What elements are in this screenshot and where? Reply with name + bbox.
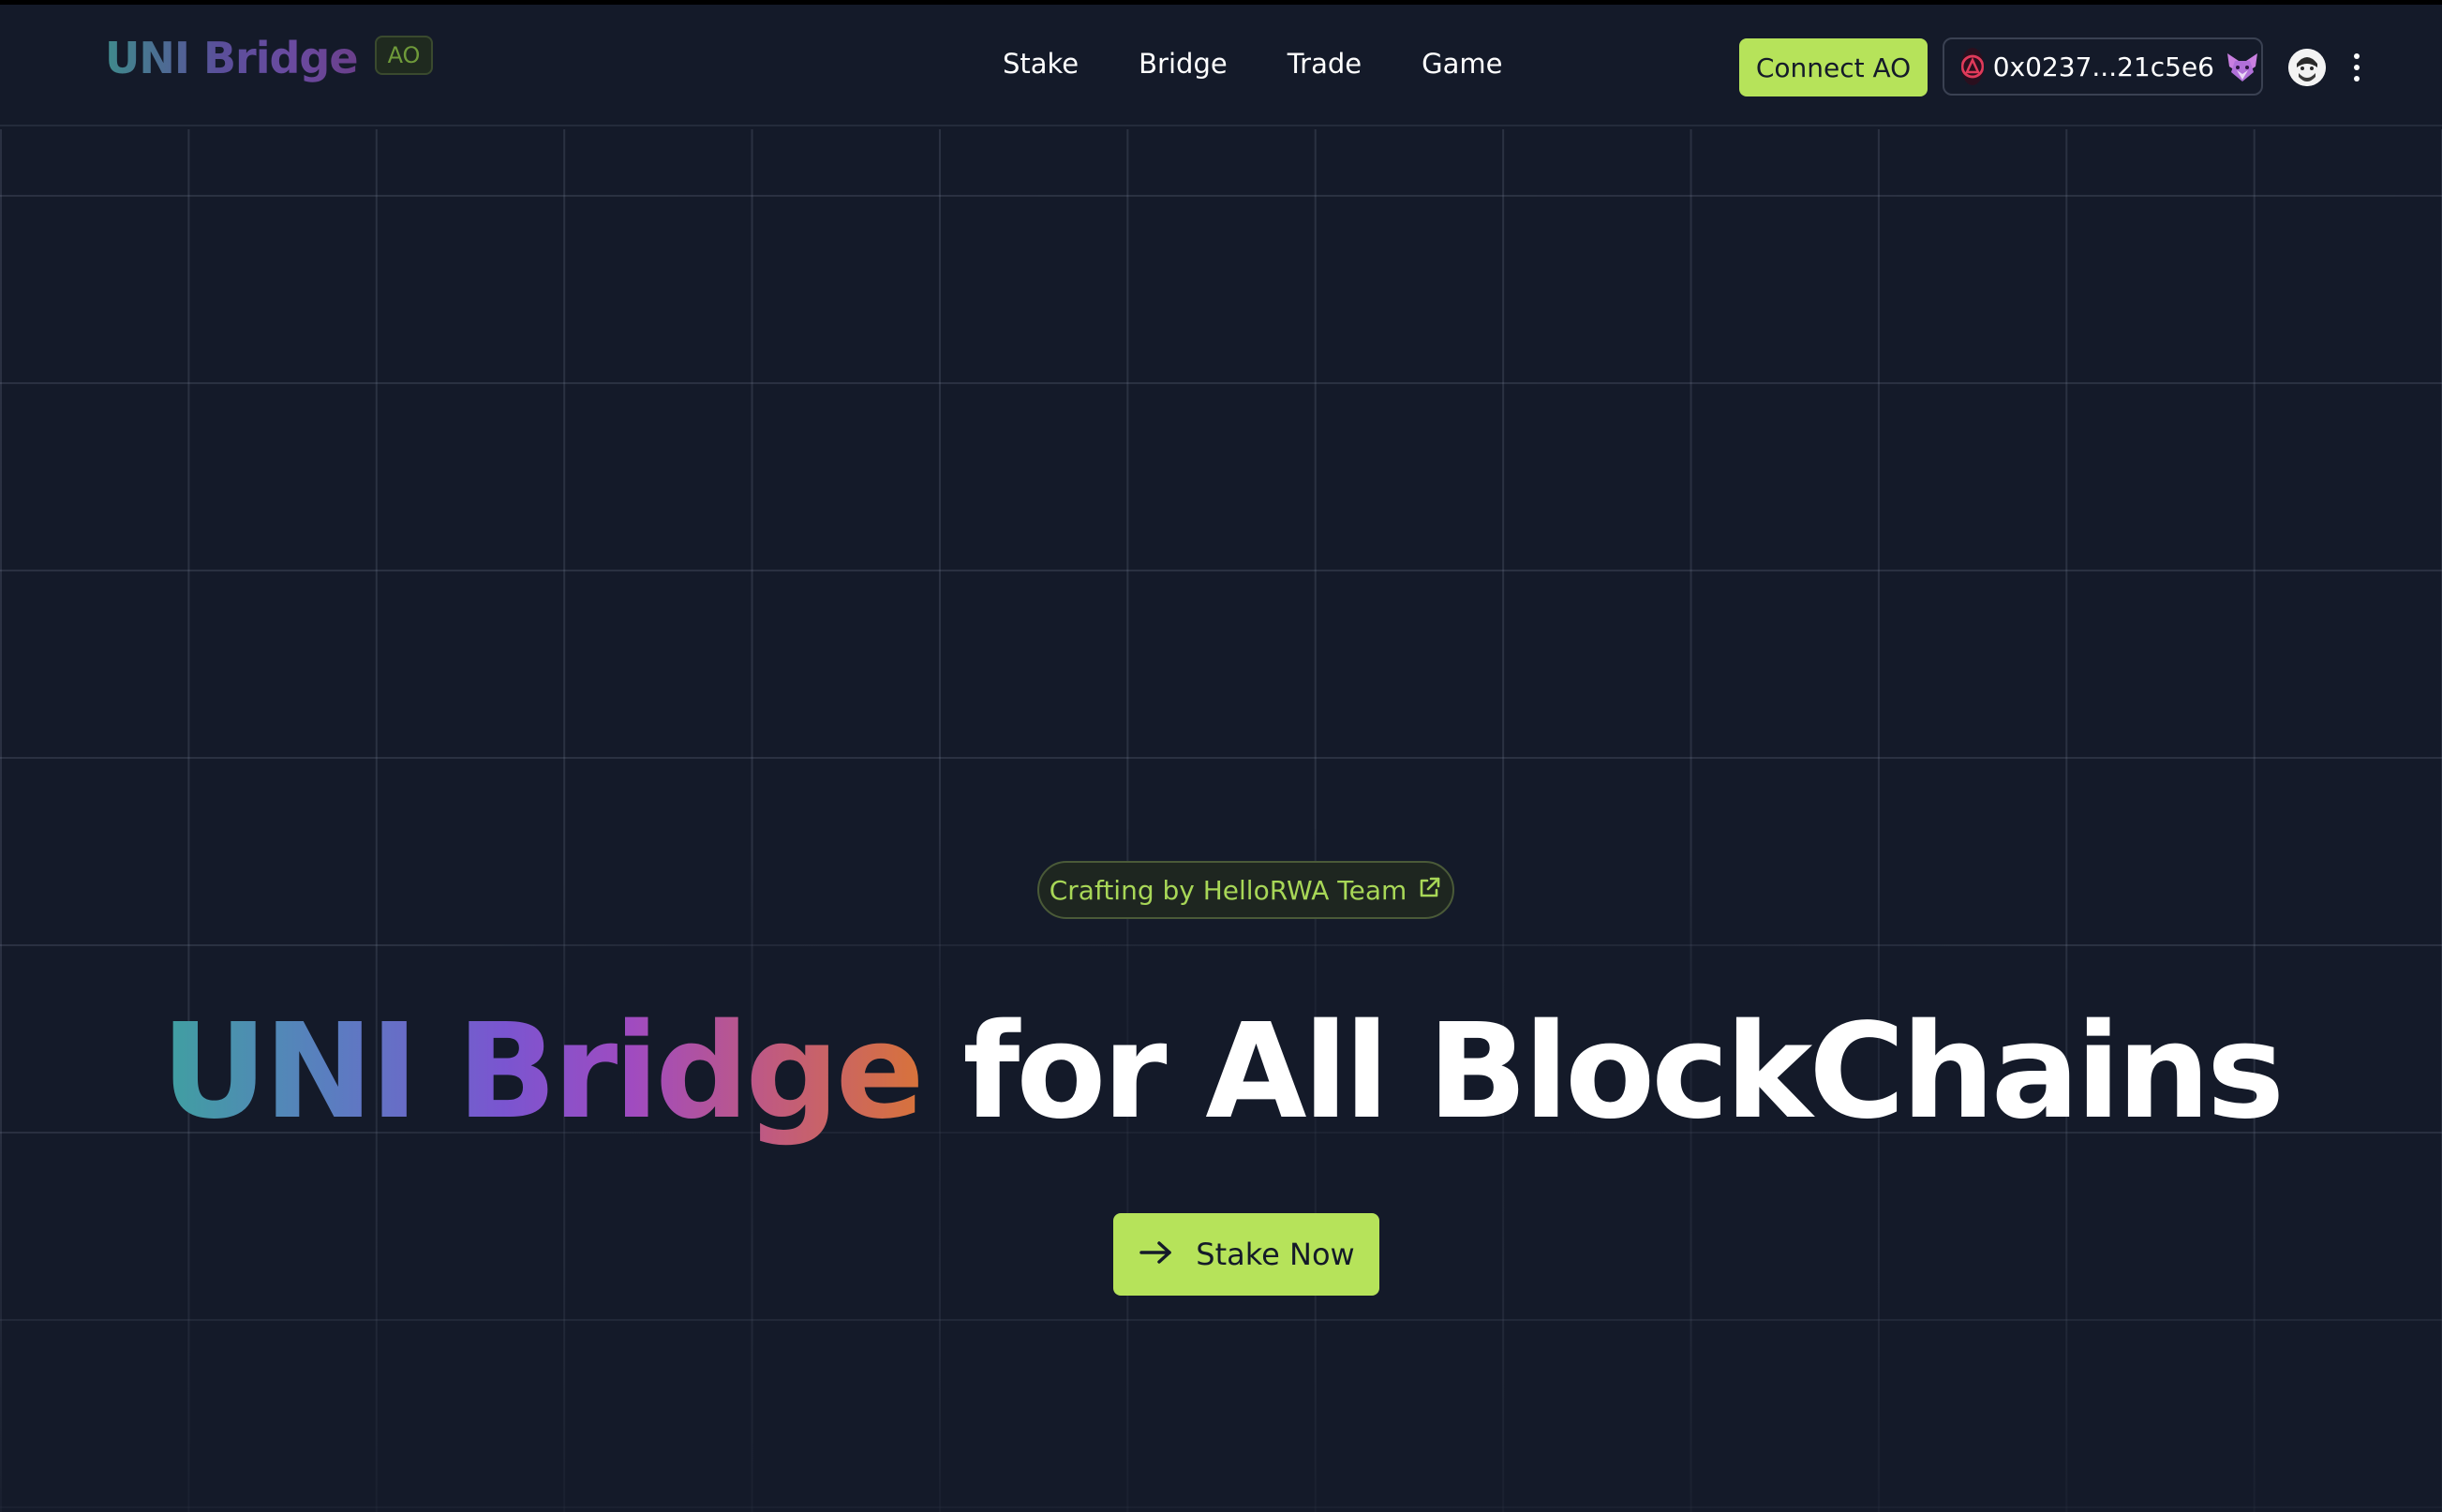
connect-ao-button[interactable]: Connect AO [1739, 38, 1928, 96]
arweave-logo-icon [1961, 48, 1984, 85]
crafting-by-link[interactable]: Crafting by HelloRWA Team [1037, 861, 1454, 919]
logo-text[interactable]: UNI Bridge [105, 33, 359, 83]
grid-fade [0, 129, 2442, 1512]
wallet-address: 0x0237...21c5e6 [1992, 51, 2214, 82]
logo-badge: AO [374, 36, 434, 75]
arrow-right-icon [1138, 1238, 1175, 1270]
logo[interactable]: UNI Bridge AO [105, 33, 434, 83]
external-link-icon [1416, 875, 1442, 905]
main-nav: Stake Bridge Trade Game [1003, 48, 1562, 80]
user-avatar[interactable] [2288, 49, 2326, 86]
wallet-button[interactable]: 0x0237...21c5e6 [1943, 37, 2263, 96]
crafting-label: Crafting by HelloRWA Team [1049, 874, 1407, 906]
stake-now-label: Stake Now [1196, 1237, 1355, 1272]
nav-item-game[interactable]: Game [1422, 48, 1502, 80]
stake-now-button[interactable]: Stake Now [1113, 1213, 1379, 1296]
nav-item-stake[interactable]: Stake [1003, 48, 1079, 80]
top-navbar: UNI Bridge AO Stake Bridge Trade Game Co… [0, 5, 2442, 126]
kebab-menu-icon[interactable] [2347, 52, 2366, 83]
page: UNI Bridge AO Stake Bridge Trade Game Co… [0, 0, 2442, 1512]
nav-item-bridge[interactable]: Bridge [1139, 48, 1228, 80]
hero-title-gradient: UNI Bridge [160, 996, 925, 1149]
hero-title: UNI Bridge for All BlockChains [0, 988, 2442, 1157]
hero-title-rest: for All BlockChains [962, 996, 2285, 1149]
metamask-fox-icon [2224, 48, 2261, 85]
nav-item-trade[interactable]: Trade [1288, 48, 1362, 80]
